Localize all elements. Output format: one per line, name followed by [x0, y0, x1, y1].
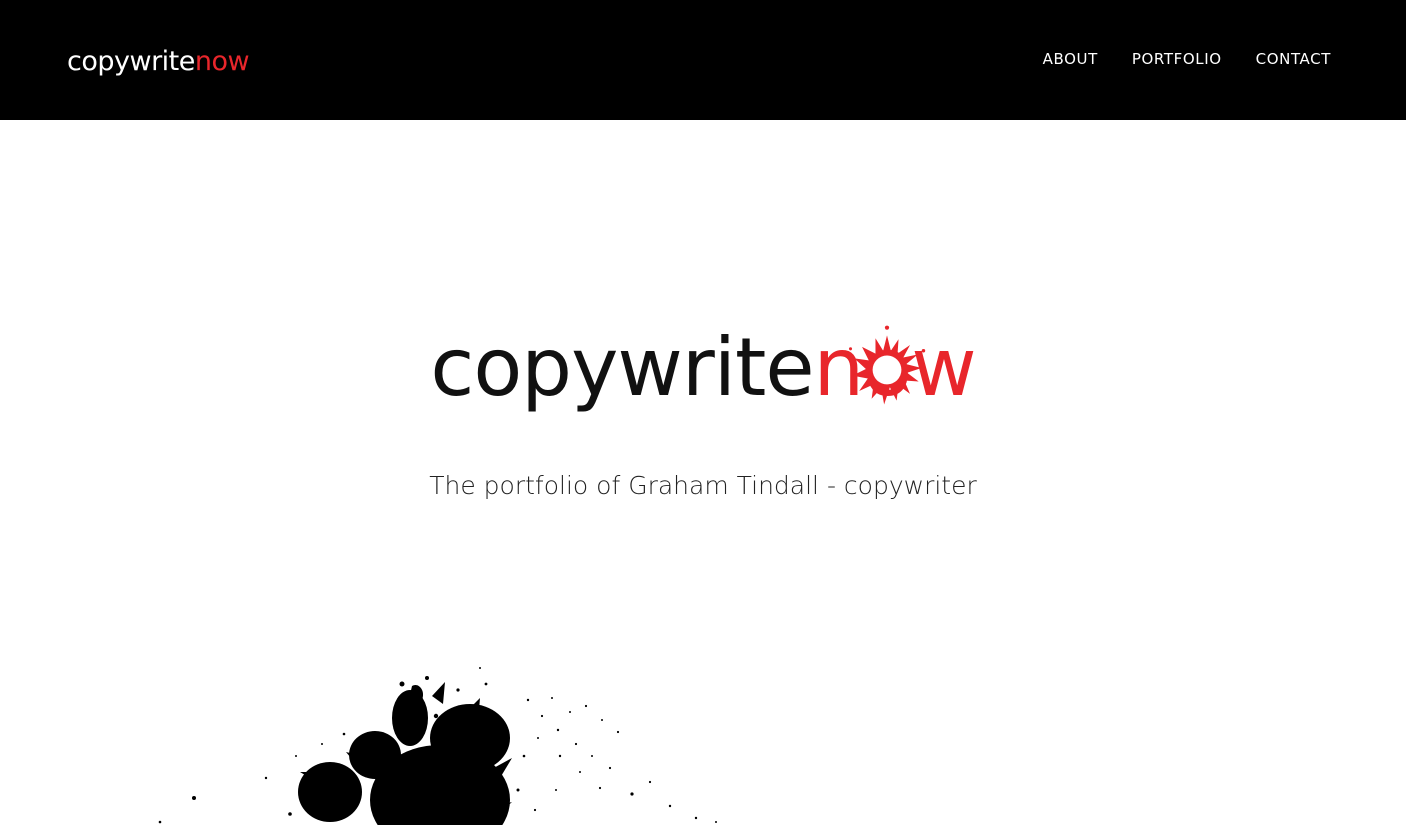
- logo-text-accent: now: [194, 46, 250, 77]
- tagline: The portfolio of Graham Tindall - copywr…: [429, 471, 977, 500]
- hero-logo-accent-n: n: [813, 321, 865, 414]
- hero-logo-main: copywrite: [430, 321, 814, 414]
- nav-contact-link[interactable]: CONTACT: [1256, 48, 1331, 70]
- ink-blot-illustration: [158, 667, 717, 825]
- logo-text-main: copywrite: [67, 46, 195, 77]
- nav-portfolio-link[interactable]: PORTFOLIO: [1132, 48, 1222, 70]
- site-logo-link[interactable]: copywritenow: [67, 42, 250, 82]
- hero-logo: copywriteno w: [0, 318, 1406, 418]
- hero-logo-accent-w: w: [911, 321, 976, 414]
- top-nav-bar: copywritenow ABOUT PORTFOLIO CONTACT: [0, 0, 1406, 120]
- ink-splash-icon: o: [849, 318, 927, 418]
- nav-about-link[interactable]: ABOUT: [1043, 48, 1098, 70]
- main-navigation: ABOUT PORTFOLIO CONTACT: [1043, 48, 1331, 70]
